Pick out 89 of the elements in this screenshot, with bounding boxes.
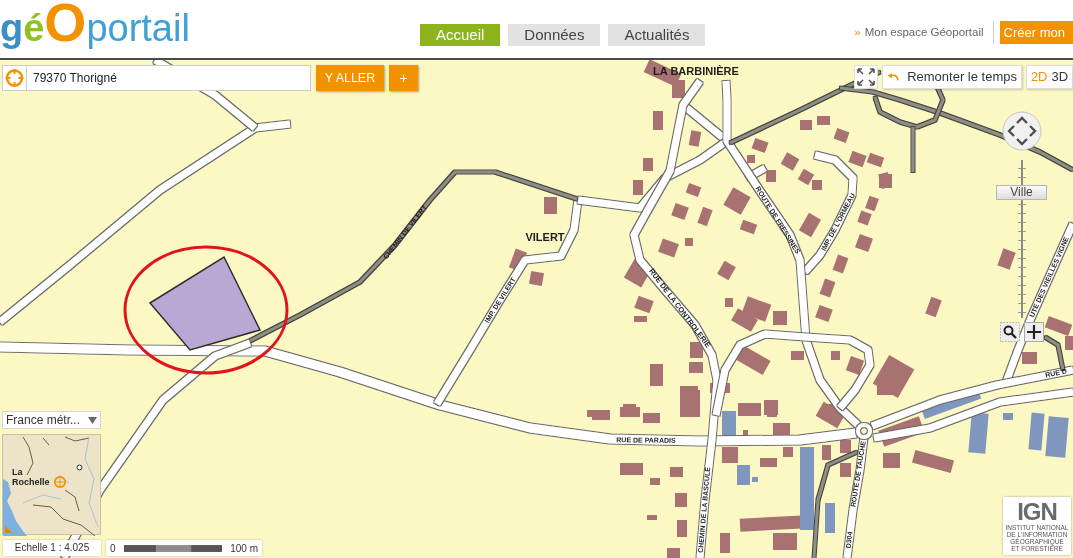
building-shape [685, 238, 693, 246]
industrial-building-shape [1003, 413, 1013, 420]
caret-icon [88, 416, 97, 424]
building-shape [840, 440, 851, 453]
building-shape [634, 295, 654, 314]
building-shape [650, 364, 663, 386]
building-shape [832, 254, 849, 274]
building-shape [766, 170, 776, 182]
building-shape [667, 548, 680, 558]
building-shape [783, 447, 793, 457]
building-shape [845, 356, 865, 375]
nav-tab[interactable]: Données [508, 24, 601, 46]
place-label: LA BARBINIÈRE [653, 64, 739, 77]
history-button[interactable]: Remonter le temps [882, 65, 1022, 89]
building-shape [815, 305, 833, 322]
search-field[interactable]: 79370 Thorigné [27, 65, 311, 91]
building-shape [677, 520, 687, 537]
account-link[interactable]: » Mon espace Géoportail [854, 23, 984, 42]
building-shape [697, 206, 713, 227]
expand-icon[interactable] [854, 65, 878, 89]
building-shape [722, 447, 738, 463]
building-shape [647, 515, 657, 520]
pan-arrows-icon[interactable] [1001, 111, 1042, 151]
building-shape [760, 458, 777, 467]
building-shape [857, 210, 872, 226]
building-shape [675, 493, 687, 507]
building-shape [848, 150, 867, 168]
region-select[interactable]: France métr... [2, 411, 101, 429]
building-shape [819, 278, 836, 298]
building-shape [634, 316, 647, 322]
location-marker-icon [53, 475, 67, 489]
building-shape [738, 403, 761, 416]
building-shape [650, 478, 660, 485]
industrial-building-shape [1028, 412, 1045, 451]
nav-tab[interactable]: Actualités [608, 24, 706, 46]
building-shape [866, 152, 885, 168]
building-shape [817, 116, 830, 125]
scale-start-label: 0 [110, 541, 116, 556]
city-label: La Rochelle [12, 467, 51, 487]
building-shape [643, 413, 660, 423]
scale-bar-icon [123, 544, 223, 552]
building-shape [685, 183, 702, 197]
place-label: VILERT [525, 230, 565, 243]
industrial-building-shape [752, 477, 758, 482]
building-shape [833, 128, 850, 143]
industrial-building-shape [1045, 416, 1069, 458]
building-shape [739, 219, 758, 235]
cross-icon[interactable] [1023, 322, 1044, 342]
building-shape [620, 463, 643, 475]
building-shape [688, 130, 702, 147]
ign-wordmark: IGN [1016, 499, 1058, 524]
building-shape [508, 248, 528, 272]
zoom-preset-button[interactable]: Ville [996, 185, 1047, 200]
building-shape [653, 111, 663, 130]
building-shape [658, 238, 679, 258]
magnifier-icon[interactable] [999, 322, 1020, 342]
scale-ratio-label: Echelle 1 : 4.025 [3, 540, 101, 556]
building-shape [720, 533, 730, 553]
building-shape [791, 351, 804, 360]
building-shape [840, 463, 851, 477]
overview-map[interactable]: La Rochelle [2, 434, 101, 535]
building-shape [815, 401, 846, 429]
industrial-building-shape [825, 503, 835, 533]
building-shape [879, 174, 892, 188]
building-shape [689, 362, 703, 373]
building-shape [670, 467, 683, 477]
industrial-building-shape [722, 411, 736, 438]
building-shape [925, 296, 942, 318]
undo-arrow-icon [887, 70, 900, 84]
building-shape [865, 195, 879, 212]
building-shape [633, 180, 643, 195]
roundabout-shape [856, 423, 872, 439]
city-dot-icon [76, 464, 83, 471]
building-shape [831, 351, 840, 360]
building-shape [528, 270, 545, 287]
building-shape [643, 158, 653, 171]
building-shape [855, 234, 873, 252]
building-shape [1022, 352, 1037, 364]
industrial-building-shape [737, 465, 750, 485]
building-shape [544, 197, 557, 214]
scale-end-label: 100 m [230, 541, 258, 556]
building-shape [800, 120, 812, 130]
building-shape [680, 390, 700, 417]
building-shape [822, 445, 831, 460]
building-shape [883, 453, 900, 468]
building-shape [671, 203, 689, 220]
geoportail-logo[interactable]: géOportail [0, 0, 190, 49]
track-shape [1044, 335, 1065, 371]
view-mode-option[interactable]: 3D [1051, 69, 1069, 85]
